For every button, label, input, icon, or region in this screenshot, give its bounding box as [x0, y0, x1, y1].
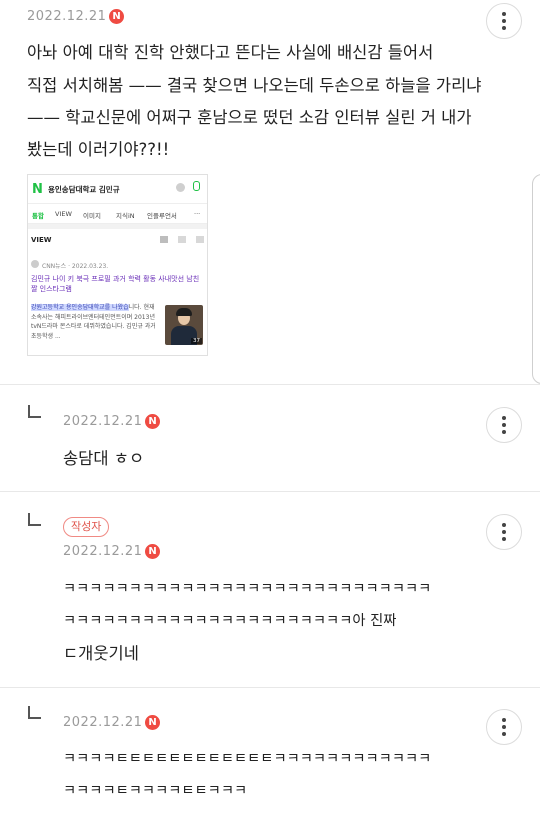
attached-screenshot[interactable]: N 용인송담대학교 김민규 통합 VIEW 이미지 지식iN 인플루언서 ···… — [27, 174, 208, 356]
comment-date: 2022.12.21 — [63, 544, 143, 559]
new-badge: N — [145, 715, 160, 730]
search-tabs: 통합 VIEW 이미지 지식iN 인플루언서 ··· — [28, 203, 207, 224]
result-thumbnail: 37 — [165, 305, 203, 345]
source-avatar — [31, 260, 39, 268]
post-text-line: 봤는데 이러기야??!! — [27, 140, 170, 159]
post-text-line: —— 학교신문에 어쩌구 훈남으로 떴던 소감 인터뷰 실린 거 내가 — [27, 108, 472, 127]
result-title: 김민규 나이 키 북극 프로필 과거 학력 활동 사내맛선 남친짤 인스타그램 — [31, 275, 200, 293]
tab-view: VIEW — [55, 210, 72, 218]
new-badge: N — [109, 9, 124, 24]
highlighted-text: 강원고등학교 용인송담대학교를 나왔습 — [31, 304, 129, 311]
search-query: 용인송담대학교 김민규 — [48, 185, 120, 194]
comment-text-line: ㄷ개웃기네 — [63, 644, 139, 663]
thumb-hair — [176, 308, 192, 316]
more-dot — [502, 26, 506, 30]
author-tag: 작성자 — [63, 517, 110, 537]
mic-icon — [193, 181, 200, 191]
more-dot — [502, 537, 506, 541]
post-text-line: 아놔 아예 대학 진학 안했다고 뜬다는 사실에 배신감 들어서 — [27, 43, 434, 62]
reply-arrow-icon — [28, 405, 41, 418]
comment-date: 2022.12.21 — [63, 715, 143, 730]
tab-images: 이미지 — [83, 212, 101, 220]
list-view-icon — [160, 236, 168, 243]
more-vertical-icon — [502, 416, 506, 420]
view-section-title: VIEW — [31, 236, 52, 244]
more-dot — [502, 430, 506, 434]
tab-kin: 지식iN — [116, 212, 135, 220]
tab-all: 통합 — [32, 212, 44, 220]
more-dot — [502, 423, 506, 427]
comment-text-line: ㅋㅋㅋㅋㅌㅌㅌㅌㅌㅌㅌㅌㅌㅌㅌㅌㅋㅋㅋㅋㅋㅋㅋㅋㅋㅋㅋㅋ — [63, 751, 432, 767]
more-vertical-icon — [502, 12, 506, 16]
reply-arrow-icon — [28, 513, 41, 526]
divider — [0, 384, 540, 385]
scroll-handle[interactable] — [532, 174, 540, 384]
comment-text-line: ㅋㅋㅋㅋㅋㅋㅋㅋㅋㅋㅋㅋㅋㅋㅋㅋㅋㅋㅋㅋㅋㅋ아 진짜 — [63, 613, 397, 629]
image-view-icon — [196, 236, 204, 243]
tab-influencer: 인플루언서 — [147, 212, 177, 220]
source-line: CNN뉴스 · 2022.03.23. — [42, 263, 109, 270]
divider — [0, 491, 540, 492]
divider — [0, 687, 540, 688]
new-badge: N — [145, 544, 160, 559]
post-text-line: 직접 서치해봄 —— 결국 찾으면 나오는데 두손으로 하늘을 가리냐 — [27, 76, 482, 95]
more-vertical-icon — [502, 523, 506, 527]
naver-logo: N — [32, 182, 43, 197]
more-dot — [502, 732, 506, 736]
more-vertical-icon — [502, 718, 506, 722]
search-bar: N 용인송담대학교 김민규 — [28, 175, 207, 204]
comment-more-button[interactable] — [486, 407, 522, 443]
grid-view-icon — [178, 236, 186, 243]
reply-arrow-icon — [28, 706, 41, 719]
result-snippet: 강원고등학교 용인송담대학교를 나왔습니다. 현재 소속사는 해피트라이브엔터테… — [31, 303, 159, 341]
post-date: 2022.12.21 — [27, 9, 107, 24]
comment-text: 송담대 ㅎㅇ — [63, 449, 145, 468]
comment-text-line: ㅋㅋㅋㅋㅌㅋㅋㅋㅋㅌㅌㅋㅋㅋ — [63, 783, 248, 799]
comment-date: 2022.12.21 — [63, 414, 143, 429]
tab-more: ··· — [194, 210, 201, 218]
clear-icon — [176, 183, 185, 192]
thumb-count: 37 — [191, 338, 202, 344]
new-badge: N — [145, 414, 160, 429]
divider — [28, 224, 207, 229]
comment-text-line: ㅋㅋㅋㅋㅋㅋㅋㅋㅋㅋㅋㅋㅋㅋㅋㅋㅋㅋㅋㅋㅋㅋㅋㅋㅋㅋㅋㅋ — [63, 581, 432, 597]
more-dot — [502, 19, 506, 23]
comment-more-button[interactable] — [486, 514, 522, 550]
comment-more-button[interactable] — [486, 709, 522, 745]
post-more-button[interactable] — [486, 3, 522, 39]
more-dot — [502, 725, 506, 729]
more-dot — [502, 530, 506, 534]
